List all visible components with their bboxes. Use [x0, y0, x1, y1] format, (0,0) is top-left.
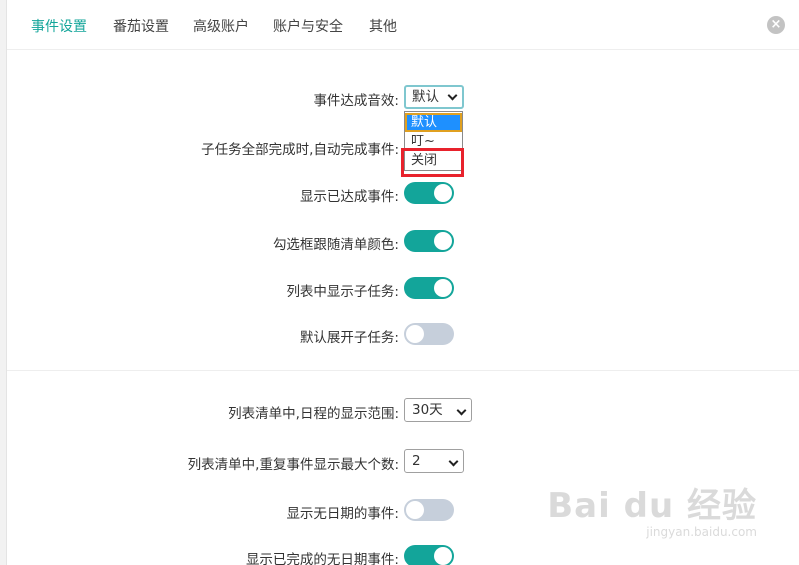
- tab-other[interactable]: 其他: [369, 16, 397, 36]
- done-no-date-label: 显示已完成的无日期事件:: [245, 552, 399, 565]
- sound-label: 事件达成音效:: [313, 93, 399, 109]
- auto-complete-label: 子任务全部完成时,自动完成事件:: [201, 142, 399, 158]
- schedule-range-value: 30天: [412, 402, 443, 418]
- baidu-watermark: Bai du 经验 jingyan.baidu.com: [547, 478, 757, 539]
- chevron-down-icon: [448, 456, 459, 467]
- sound-select[interactable]: 默认: [404, 85, 464, 109]
- watermark-sub: jingyan.baidu.com: [646, 525, 757, 539]
- toggle-knob: [406, 325, 424, 343]
- tab-event-settings[interactable]: 事件设置: [31, 16, 87, 36]
- max-repeat-label: 列表清单中,重复事件显示最大个数:: [187, 457, 399, 473]
- show-done-label: 显示已达成事件:: [299, 189, 399, 205]
- toggle-knob: [434, 184, 452, 202]
- show-subtasks-label: 列表中显示子任务:: [286, 284, 399, 300]
- no-date-label: 显示无日期的事件:: [286, 506, 399, 522]
- expand-subtasks-label: 默认展开子任务:: [299, 330, 399, 346]
- max-repeat-select[interactable]: 2: [404, 449, 464, 473]
- toggle-knob: [434, 547, 452, 565]
- done-no-date-toggle[interactable]: [404, 545, 454, 565]
- tab-account-security[interactable]: 账户与安全: [273, 16, 343, 36]
- toggle-knob: [434, 279, 452, 297]
- chevron-down-icon: [447, 90, 458, 101]
- sound-option-default[interactable]: 默认: [405, 113, 462, 132]
- section-divider: [7, 370, 799, 371]
- no-date-toggle[interactable]: [404, 499, 454, 521]
- tab-pomodoro-settings[interactable]: 番茄设置: [113, 16, 169, 36]
- close-icon[interactable]: ×: [767, 16, 785, 34]
- show-subtasks-toggle[interactable]: [404, 277, 454, 299]
- tab-bar: 事件设置 番茄设置 高级账户 账户与安全 其他 ×: [7, 0, 799, 50]
- watermark-main: Bai du 经验: [547, 486, 757, 526]
- schedule-range-select[interactable]: 30天: [404, 398, 472, 422]
- schedule-range-label: 列表清单中,日程的显示范围:: [228, 406, 399, 422]
- toggle-knob: [434, 232, 452, 250]
- chevron-down-icon: [456, 405, 467, 416]
- expand-subtasks-toggle[interactable]: [404, 323, 454, 345]
- sound-select-value: 默认: [412, 89, 439, 105]
- settings-dialog: 事件设置 番茄设置 高级账户 账户与安全 其他 × 事件达成音效: 默认 子任务…: [6, 0, 799, 565]
- annotation-highlight-box: [401, 148, 464, 177]
- max-repeat-value: 2: [412, 453, 421, 469]
- tab-premium-account[interactable]: 高级账户: [193, 16, 249, 36]
- checkbox-color-label: 勾选框跟随清单颜色:: [272, 237, 399, 253]
- checkbox-color-toggle[interactable]: [404, 230, 454, 252]
- show-done-toggle[interactable]: [404, 182, 454, 204]
- toggle-knob: [406, 501, 424, 519]
